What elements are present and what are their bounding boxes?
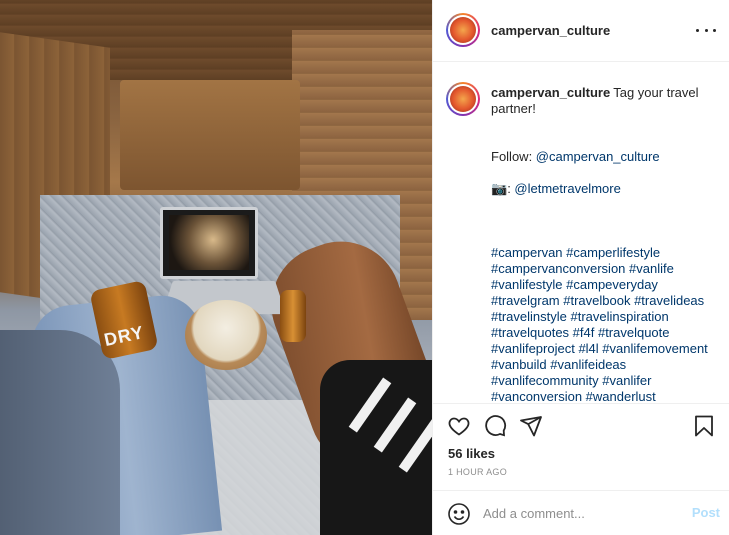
post-comment-button[interactable]: Post xyxy=(692,505,720,520)
follow-handle-link[interactable]: @campervan_culture xyxy=(536,149,660,164)
paper-plane-icon[interactable] xyxy=(519,414,543,438)
caption-avatar[interactable] xyxy=(446,82,480,116)
hashtag-line[interactable]: #travelquotes #f4f #travelquote xyxy=(491,325,716,341)
laptop-screen xyxy=(169,215,249,270)
bookmark-icon[interactable] xyxy=(692,414,716,438)
post-header: campervan_culture xyxy=(433,0,729,62)
add-comment-bar: Post xyxy=(433,490,729,535)
sleeve-stripe xyxy=(348,377,392,433)
hashtag-line[interactable]: #travelinstyle #travelinspiration xyxy=(491,309,716,325)
comment-input[interactable] xyxy=(483,503,683,523)
hashtag-line[interactable]: #campervan #camperlifestyle xyxy=(491,245,716,261)
brand-logo-icon xyxy=(450,86,476,112)
header-username[interactable]: campervan_culture xyxy=(491,23,610,38)
hashtag-line[interactable]: #vanlifeproject #l4l #vanlifemovement xyxy=(491,341,716,357)
van-kitchen xyxy=(120,80,300,190)
hashtag-line[interactable]: #campervanconversion #vanlife xyxy=(491,261,716,277)
follow-prefix: Follow: xyxy=(491,149,536,164)
avatar[interactable] xyxy=(446,13,480,47)
caption-username[interactable]: campervan_culture xyxy=(491,85,610,100)
hashtag-line[interactable]: #travelgram #travelbook #travelideas xyxy=(491,293,716,309)
post-timestamp[interactable]: 1 HOUR AGO xyxy=(448,467,507,477)
hashtags: #campervan #camperlifestyle #campervanco… xyxy=(491,245,716,403)
sleeve-stripe xyxy=(373,397,417,453)
hashtag-line[interactable]: #vanlifecommunity #vanlifer xyxy=(491,373,716,389)
camera-icon: 📷 xyxy=(491,181,508,196)
more-horizontal-icon[interactable] xyxy=(696,22,716,38)
laptop xyxy=(160,207,258,279)
post-photo[interactable]: DRY xyxy=(0,0,432,535)
comment-bubble-icon[interactable] xyxy=(483,414,507,438)
photo-credit-link[interactable]: @letmetravelmore xyxy=(514,181,620,196)
beer-bottle-right xyxy=(280,290,306,342)
left-arm xyxy=(0,330,120,535)
popcorn-bowl xyxy=(185,300,267,370)
striped-sleeve xyxy=(320,360,432,535)
caption-section: campervan_culture Tag your travel partner… xyxy=(433,63,729,403)
caption-text: campervan_culture Tag your travel partner… xyxy=(491,85,716,403)
likes-count[interactable]: 56 likes xyxy=(448,446,495,461)
heart-icon[interactable] xyxy=(447,414,471,438)
sleeve-stripe xyxy=(398,417,432,473)
brand-logo-icon xyxy=(450,17,476,43)
hashtag-line[interactable]: #vanconversion #wanderlust xyxy=(491,389,716,403)
post-side-panel: campervan_culture campervan_culture Tag y… xyxy=(432,0,729,535)
hashtag-line[interactable]: #vanlifestyle #campeveryday xyxy=(491,277,716,293)
smiley-icon[interactable] xyxy=(447,502,471,526)
hashtag-line[interactable]: #vanbuild #vanlifeideas xyxy=(491,357,716,373)
